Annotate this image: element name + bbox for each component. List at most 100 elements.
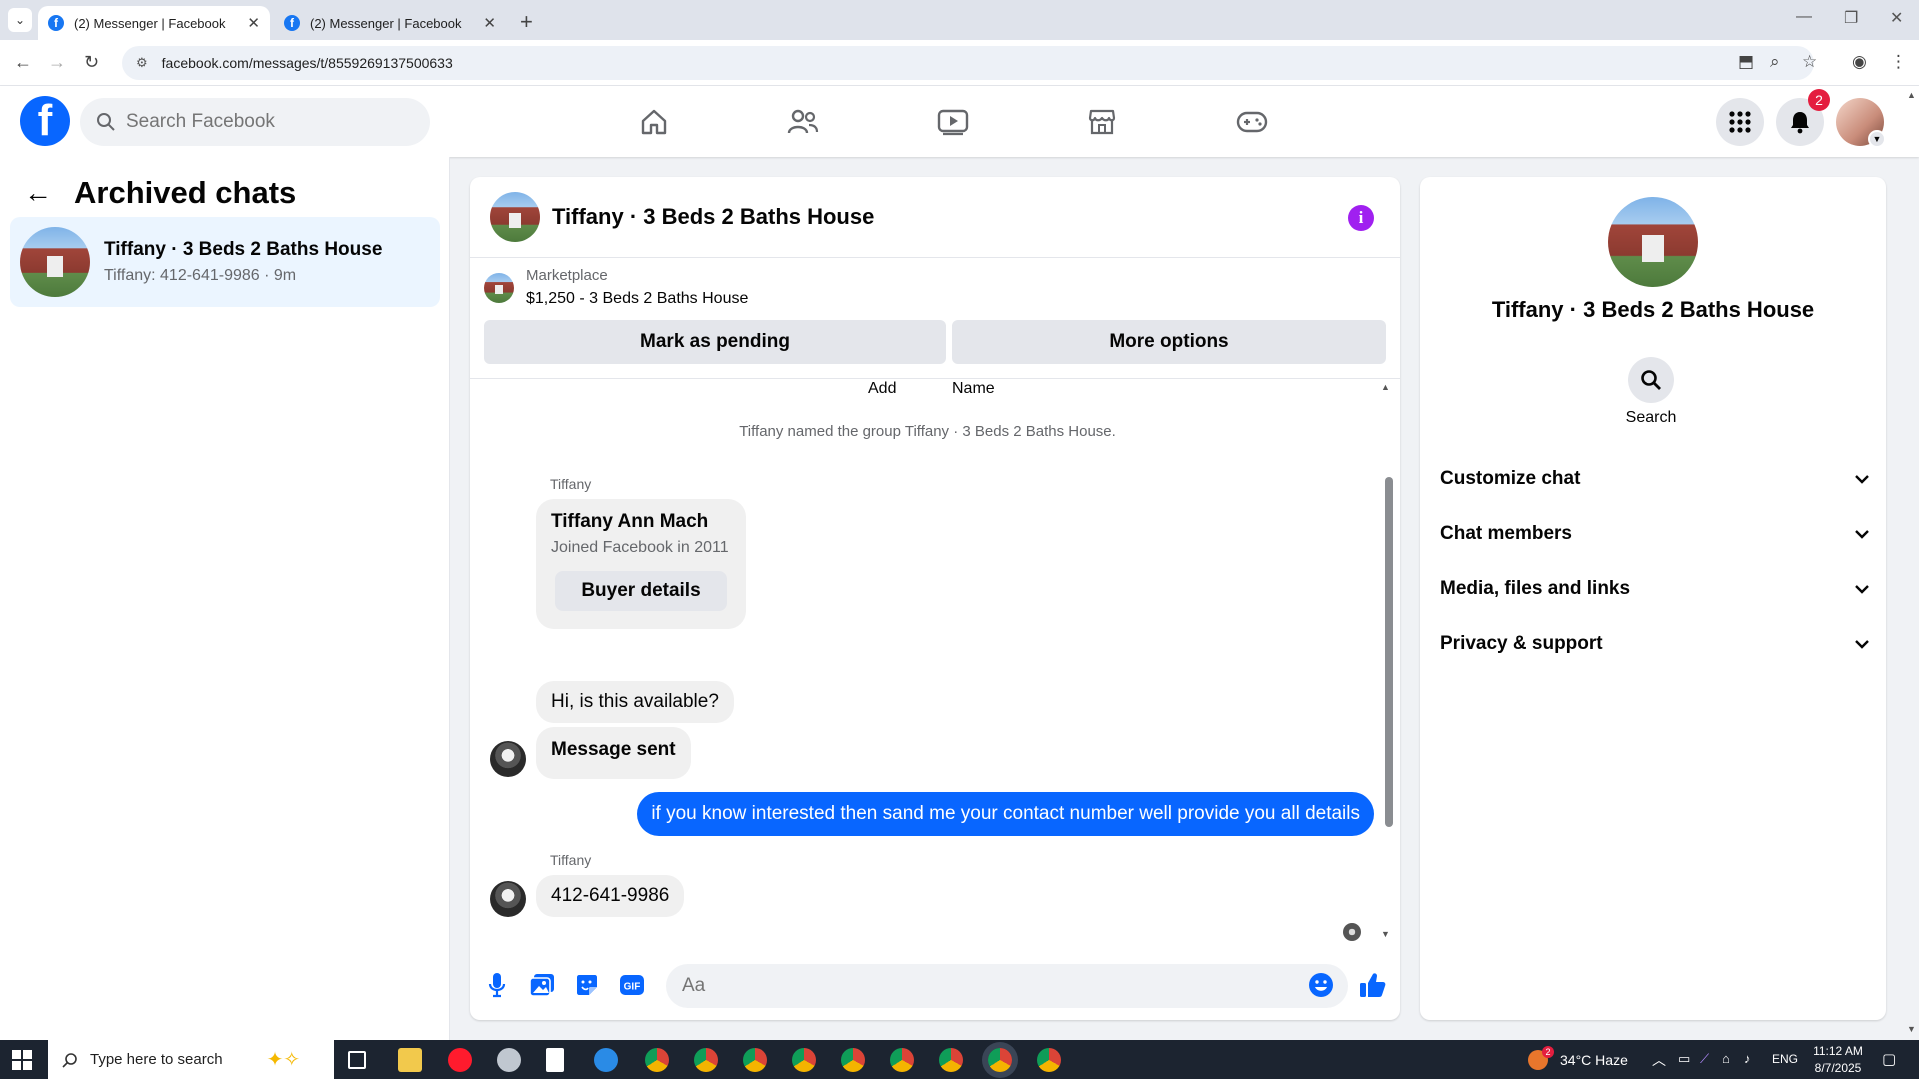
gif-icon[interactable]: GIF <box>617 970 647 1000</box>
conversation-title[interactable]: Tiffany · 3 Beds 2 Baths House <box>552 204 874 230</box>
video-icon[interactable] <box>935 104 971 140</box>
chrome-icon[interactable] <box>1037 1048 1061 1072</box>
restore-icon[interactable]: ❐ <box>1844 8 1858 28</box>
url-bar[interactable]: ⚙ facebook.com/messages/t/85592691375006… <box>122 46 1814 80</box>
forward-icon[interactable]: → <box>48 52 66 73</box>
back-arrow-icon[interactable]: ← <box>24 177 52 209</box>
scroll-up-arrow-icon[interactable]: ▲ <box>1907 90 1916 100</box>
windows-taskbar: Type here to search ✦✧ 2 34°C Haze ︿ ▭ ⟋… <box>0 1040 1919 1079</box>
scroll-up-arrow-icon[interactable]: ▲ <box>1381 382 1390 392</box>
windows-start-icon[interactable] <box>12 1050 32 1070</box>
more-options-button[interactable]: More options <box>952 320 1386 364</box>
close-tab-icon[interactable]: ✕ <box>483 14 496 32</box>
file-explorer-icon[interactable] <box>398 1048 422 1072</box>
message-bubble[interactable]: 412-641-9986 <box>536 875 685 917</box>
chrome-icon[interactable] <box>694 1048 718 1072</box>
back-icon[interactable]: ← <box>14 52 32 73</box>
friends-icon[interactable] <box>785 104 821 140</box>
divider <box>470 378 1400 379</box>
weather-text[interactable]: 34°C Haze <box>1560 1052 1628 1068</box>
facebook-search[interactable] <box>80 98 430 146</box>
name-label[interactable]: Name <box>952 380 995 398</box>
notification-center-icon[interactable]: ▢ <box>1882 1050 1896 1068</box>
close-tab-icon[interactable]: ✕ <box>247 14 260 32</box>
facebook-logo-icon[interactable]: f <box>20 96 70 146</box>
customize-chat-section[interactable]: Customize chat <box>1440 457 1870 501</box>
chrome-icon[interactable] <box>792 1048 816 1072</box>
media-files-links-section[interactable]: Media, files and links <box>1440 567 1870 611</box>
chrome-icon[interactable] <box>890 1048 914 1072</box>
sender-avatar[interactable] <box>490 881 526 917</box>
sender-avatar[interactable] <box>490 741 526 777</box>
sticker-icon[interactable] <box>572 970 602 1000</box>
opera-icon[interactable] <box>448 1048 472 1072</box>
new-tab-button[interactable]: + <box>520 9 533 35</box>
chrome-icon[interactable] <box>939 1048 963 1072</box>
buyer-profile-card: Tiffany Ann Mach Joined Facebook in 2011… <box>536 499 746 629</box>
tab-search-button[interactable]: ⌄ <box>8 8 32 32</box>
edge-icon[interactable] <box>594 1048 618 1072</box>
notepad-icon[interactable] <box>546 1048 564 1072</box>
task-view-icon[interactable] <box>348 1051 366 1069</box>
privacy-support-section[interactable]: Privacy & support <box>1440 622 1870 666</box>
gaming-icon[interactable] <box>1234 104 1270 140</box>
profile-icon[interactable]: ◉ <box>1852 52 1867 72</box>
mark-as-pending-button[interactable]: Mark as pending <box>484 320 946 364</box>
bookmark-star-icon[interactable]: ☆ <box>1802 52 1817 72</box>
scroll-down-arrow-icon[interactable]: ▼ <box>1381 929 1390 939</box>
reload-icon[interactable]: ↻ <box>84 52 99 73</box>
pen-icon[interactable]: ⟋ <box>1700 1051 1709 1067</box>
marketplace-icon[interactable] <box>1084 104 1120 140</box>
network-icon[interactable]: ⌂ <box>1722 1051 1730 1066</box>
thumbs-up-icon[interactable] <box>1358 970 1388 1000</box>
browser-tab-bar: ⌄ f (2) Messenger | Facebook ✕ f (2) Mes… <box>0 0 1919 40</box>
install-app-icon[interactable]: ⬒ <box>1738 52 1754 72</box>
chat-list-item[interactable]: Tiffany · 3 Beds 2 Baths House Tiffany: … <box>10 217 440 307</box>
chrome-icon[interactable] <box>645 1048 669 1072</box>
search-in-conversation-button[interactable] <box>1628 357 1674 403</box>
browser-tab-1[interactable]: f (2) Messenger | Facebook ✕ <box>38 6 270 40</box>
scrollbar-thumb[interactable] <box>1385 477 1393 827</box>
search-input[interactable] <box>126 111 406 133</box>
sidebar-title: Archived chats <box>74 175 297 210</box>
clock-date[interactable]: 8/7/2025 <box>1808 1061 1868 1075</box>
menu-grid-button[interactable] <box>1716 98 1764 146</box>
chat-members-section[interactable]: Chat members <box>1440 512 1870 556</box>
browser-menu-icon[interactable]: ⋮ <box>1890 52 1907 72</box>
message-bubble[interactable]: Hi, is this available? <box>536 681 734 723</box>
minimize-icon[interactable]: — <box>1796 8 1812 26</box>
conversation-avatar[interactable] <box>490 192 540 242</box>
info-icon[interactable]: i <box>1348 205 1374 231</box>
tray-icon[interactable]: ▭ <box>1678 1051 1690 1067</box>
browser-tab-2[interactable]: f (2) Messenger | Facebook ✕ <box>274 6 506 40</box>
add-label[interactable]: Add <box>868 380 896 398</box>
message-sender: Tiffany <box>550 476 592 492</box>
volume-icon[interactable]: ♪ <box>1744 1051 1751 1066</box>
taskbar-search[interactable]: Type here to search ✦✧ <box>48 1040 334 1079</box>
grid-icon <box>1729 111 1751 133</box>
zoom-icon[interactable]: ⌕ <box>1770 52 1780 72</box>
chrome-icon[interactable] <box>743 1048 767 1072</box>
chevron-down-icon[interactable]: ▼ <box>1868 130 1886 148</box>
chrome-icon[interactable] <box>988 1048 1012 1072</box>
message-input[interactable] <box>666 964 1348 1008</box>
sent-message-bubble[interactable]: if you know interested then sand me your… <box>637 792 1374 836</box>
language-indicator[interactable]: ENG <box>1772 1052 1798 1066</box>
scroll-down-arrow-icon[interactable]: ▼ <box>1907 1024 1916 1034</box>
chrome-icon[interactable] <box>841 1048 865 1072</box>
app-icon[interactable] <box>497 1048 521 1072</box>
site-info-icon[interactable]: ⚙ <box>136 55 148 71</box>
tray-chevron-up-icon[interactable]: ︿ <box>1652 1050 1666 1070</box>
home-icon[interactable] <box>636 104 672 140</box>
microphone-icon[interactable] <box>482 970 512 1000</box>
message-bubble[interactable]: Message sent <box>536 727 691 779</box>
clock-time[interactable]: 11:12 AM <box>1808 1044 1868 1058</box>
page-scrollbar[interactable]: ▲ ▼ <box>1904 86 1919 1040</box>
group-avatar[interactable] <box>1608 197 1698 287</box>
marketplace-listing[interactable]: Marketplace $1,250 - 3 Beds 2 Baths Hous… <box>484 267 748 308</box>
tab-title: (2) Messenger | Facebook <box>310 15 462 31</box>
buyer-details-button[interactable]: Buyer details <box>555 571 727 611</box>
emoji-icon[interactable] <box>1306 970 1336 1000</box>
close-window-icon[interactable]: ✕ <box>1890 8 1903 28</box>
photo-icon[interactable] <box>527 970 557 1000</box>
